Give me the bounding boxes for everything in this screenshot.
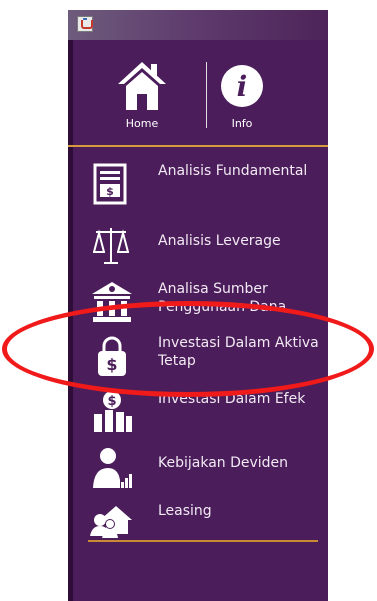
menu-item-analisis-fundamental[interactable]: $ Analisis Fundamental <box>68 158 328 214</box>
app-window: Home i Info $ Analisis Fundamental Anali… <box>68 10 328 601</box>
menu-item-label: Leasing <box>158 503 212 519</box>
home-icon <box>118 62 166 110</box>
menu-item-label: Analisis Leverage <box>158 233 281 249</box>
menu-item-kebijakan-deviden[interactable]: Kebijakan Deviden <box>68 442 328 498</box>
info-button[interactable]: i Info <box>202 50 282 140</box>
home-label: Home <box>125 117 159 130</box>
coin-bar-chart-icon: $ <box>94 391 132 432</box>
menu-item-investasi-efek[interactable]: $ Investasi Dalam Efek <box>68 386 328 442</box>
document-dollar-icon: $ <box>93 163 127 205</box>
title-bar <box>68 10 328 40</box>
java-cup-icon[interactable] <box>77 16 93 32</box>
info-icon: i <box>221 65 263 107</box>
menu-item-label: Investasi Dalam Efek <box>158 391 306 407</box>
menu-item-analisis-leverage[interactable]: Analisis Leverage <box>68 218 328 274</box>
info-label: Info <box>231 117 253 130</box>
scale-balance-icon <box>93 228 129 264</box>
bottom-divider <box>88 540 318 542</box>
svg-text:$: $ <box>106 185 114 198</box>
locked-dollar-icon: $ <box>98 336 126 376</box>
menu-item-label: Kebijakan Deviden <box>158 455 289 471</box>
top-divider <box>68 145 328 147</box>
menu-item-label: Analisis Fundamental <box>158 163 308 179</box>
menu-item-label: Analisa Sumber Penggunaan Dana <box>158 281 287 315</box>
menu-item-label: Investasi Dalam Aktiva Tetap <box>158 335 319 369</box>
svg-text:$: $ <box>106 355 117 374</box>
svg-text:i: i <box>237 70 248 103</box>
people-house-icon <box>90 506 132 538</box>
menu-item-investasi-aktiva-tetap[interactable]: $ Investasi Dalam Aktiva Tetap <box>68 330 328 386</box>
top-navigation: Home i Info <box>68 50 328 146</box>
svg-text:$: $ <box>107 394 116 409</box>
home-button[interactable]: Home <box>102 50 182 140</box>
bank-icon <box>92 282 132 322</box>
menu-item-analisa-sumber[interactable]: Analisa Sumber Penggunaan Dana <box>68 276 328 332</box>
person-chart-icon <box>93 448 132 488</box>
